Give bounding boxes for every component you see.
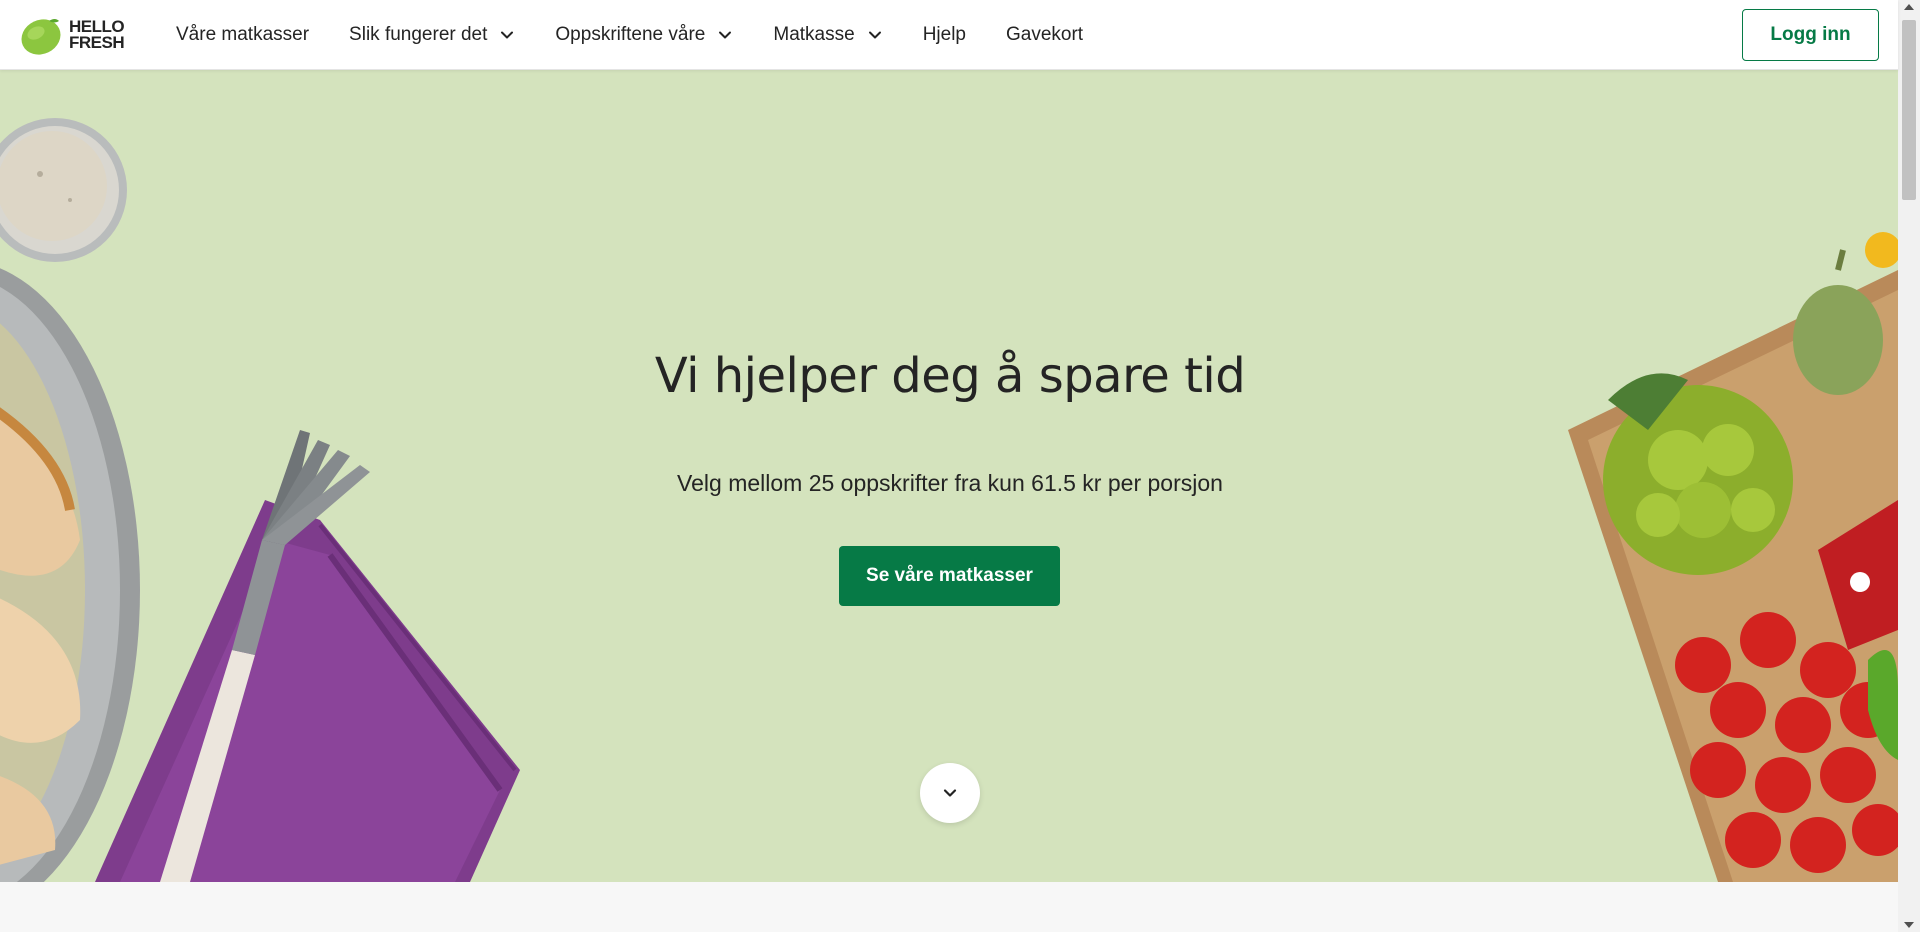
- see-meal-kits-button[interactable]: Se våre matkasser: [839, 546, 1060, 606]
- chevron-down-icon: [943, 789, 957, 797]
- hero-subtitle: Velg mellom 25 oppskrifter fra kun 61.5 …: [677, 470, 1223, 496]
- logo-wordmark: HELLO FRESH: [69, 17, 125, 52]
- nav-item-label: Matkasse: [773, 24, 855, 45]
- scroll-up-arrow-icon[interactable]: [1904, 4, 1914, 10]
- sauce-bowl-image: [0, 118, 127, 262]
- nav-item-gavekort[interactable]: Gavekort: [1006, 24, 1083, 46]
- nav-item-slik-fungerer-det[interactable]: Slik fungerer det: [349, 24, 515, 46]
- nav-item-label: Oppskriftene våre: [555, 24, 706, 45]
- hero-title: Vi hjelper deg å spare tid: [654, 348, 1246, 404]
- plate-image: [0, 268, 140, 882]
- nav-item-vare-matkasser[interactable]: Våre matkasser: [176, 24, 309, 46]
- scroll-down-arrow-icon[interactable]: [1904, 922, 1914, 928]
- page-scrollbar[interactable]: [1898, 0, 1920, 932]
- scroll-down-button[interactable]: [920, 763, 980, 823]
- hellofresh-logo[interactable]: HELLO FRESH: [19, 15, 125, 55]
- nav-item-label: Gavekort: [1006, 24, 1084, 45]
- login-button[interactable]: Logg inn: [1742, 9, 1879, 61]
- nav-item-hjelp[interactable]: Hjelp: [923, 24, 966, 46]
- chevron-down-icon: [719, 31, 732, 39]
- lime-logo-icon: [21, 19, 61, 55]
- nav-item-matkasse[interactable]: Matkasse: [773, 24, 882, 46]
- scrollbar-thumb[interactable]: [1902, 20, 1916, 200]
- next-section: [0, 882, 1898, 932]
- hero-section: Vi hjelper deg å spare tid Velg mellom 2…: [0, 70, 1898, 882]
- artichoke-image: [1793, 249, 1883, 395]
- chevron-down-icon: [501, 31, 514, 39]
- vegetable-box-image: [1568, 232, 1898, 882]
- nav-item-label: Hjelp: [922, 24, 966, 45]
- nav-item-label: Våre matkasser: [176, 24, 310, 45]
- food-plate-image: [0, 118, 520, 882]
- main-nav: Våre matkasser Slik fungerer det Oppskri…: [176, 0, 1123, 70]
- napkin-image: [95, 500, 520, 882]
- nav-item-label: Slik fungerer det: [349, 24, 488, 45]
- site-header: HELLO FRESH Våre matkasser Slik fungerer…: [0, 0, 1898, 70]
- nav-item-oppskriftene-vare[interactable]: Oppskriftene våre: [555, 24, 733, 46]
- chevron-down-icon: [868, 31, 881, 39]
